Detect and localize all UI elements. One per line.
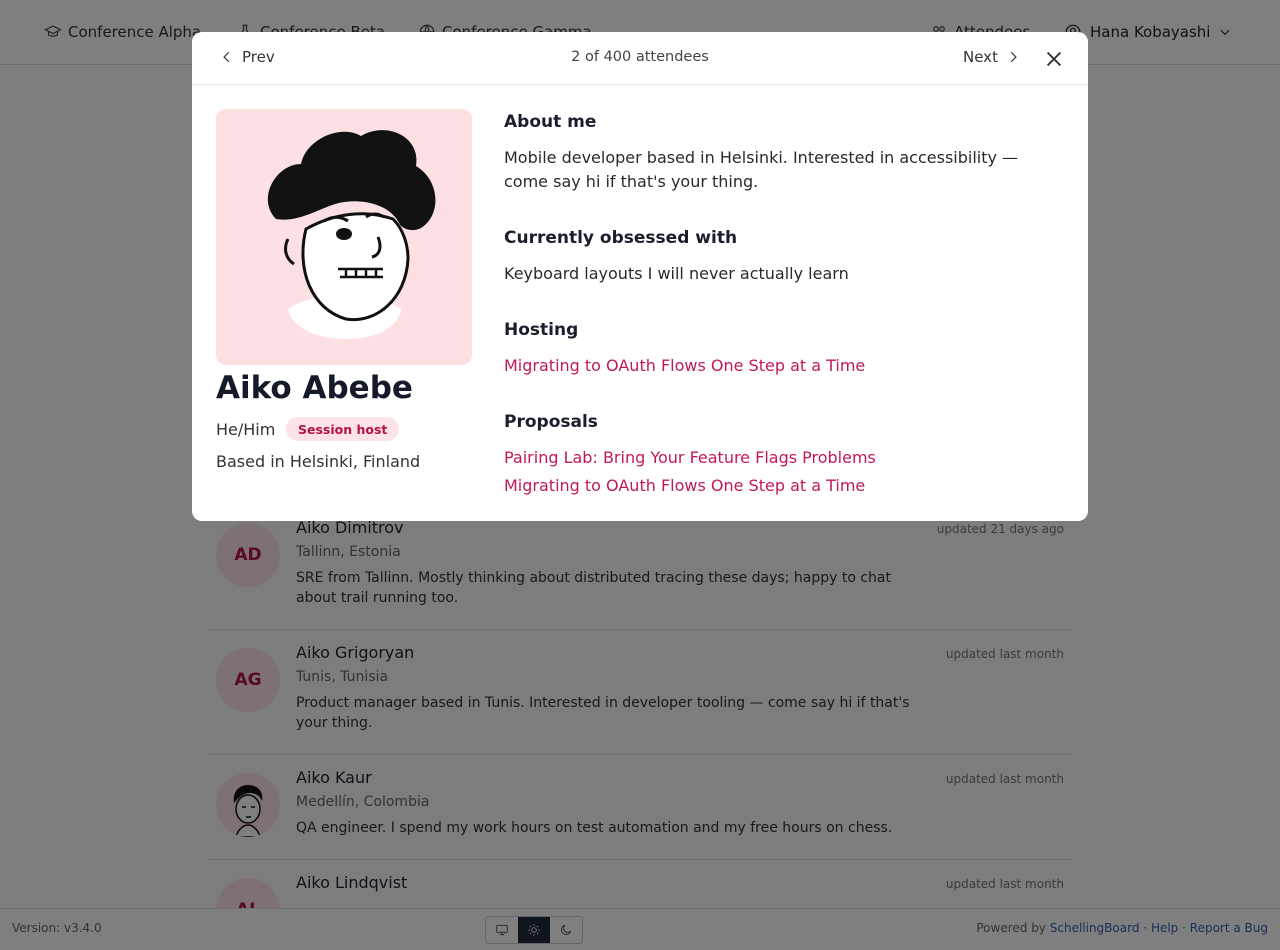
close-button[interactable]	[1043, 48, 1065, 70]
portrait-illustration	[216, 109, 472, 365]
status-badge: Session host	[286, 417, 400, 441]
profile-photo	[216, 109, 472, 365]
pronouns: He/Him	[216, 420, 276, 439]
chevron-right-icon	[1010, 51, 1017, 63]
about-text: Mobile developer based in Helsinki. Inte…	[504, 148, 1019, 191]
next-button[interactable]: Next	[963, 48, 1020, 66]
proposal-link[interactable]: Pairing Lab: Bring Your Feature Flags Pr…	[504, 448, 876, 467]
proposals-heading: Proposals	[504, 412, 598, 432]
hosting-session-link[interactable]: Migrating to OAuth Flows One Step at a T…	[504, 356, 865, 375]
hosting-heading: Hosting	[504, 320, 579, 340]
proposal-link[interactable]: Migrating to OAuth Flows One Step at a T…	[504, 476, 865, 495]
about-heading: About me	[504, 112, 597, 132]
modal-header: Prev 2 of 400 attendees Next	[192, 32, 1088, 85]
obsessed-text: Keyboard layouts I will never actually l…	[504, 264, 849, 283]
close-icon	[1046, 51, 1062, 67]
attendee-counter: 2 of 400 attendees	[571, 49, 709, 65]
attendee-name: Aiko Abebe	[216, 370, 413, 406]
obsessed-heading: Currently obsessed with	[504, 228, 738, 248]
next-label: Next	[963, 48, 998, 66]
attendee-modal: Prev 2 of 400 attendees Next Aiko Abebe …	[192, 32, 1088, 521]
location: Based in Helsinki, Finland	[216, 452, 421, 471]
